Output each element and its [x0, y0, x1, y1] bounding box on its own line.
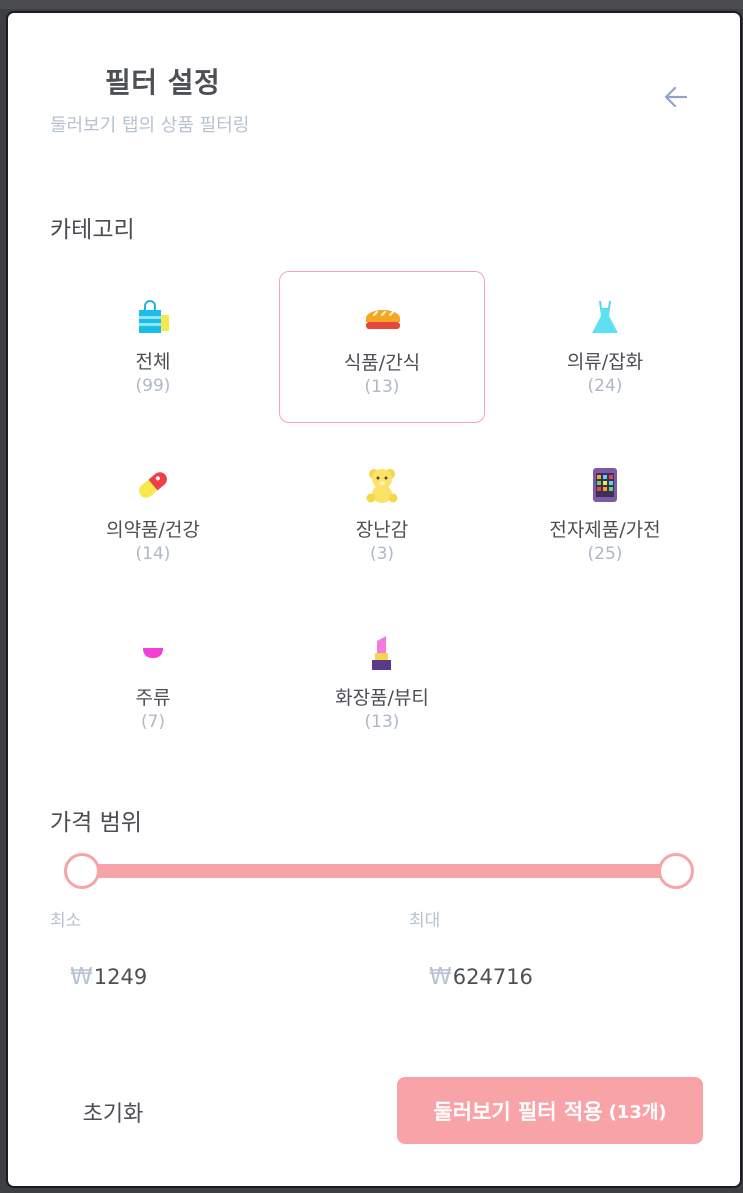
category-item-liquor[interactable]: 주류 (7) [50, 607, 256, 759]
category-count: (24) [587, 376, 623, 396]
window-top-bar [0, 0, 743, 9]
category-name: 의류/잡화 [566, 351, 644, 373]
category-section-label: 카테고리 [50, 217, 135, 243]
apply-filter-label: 둘러보기 필터 적용 [433, 1099, 603, 1124]
shopping-bag-icon [133, 297, 173, 337]
wine-glass-icon [133, 633, 173, 673]
price-min-handle[interactable] [64, 853, 100, 889]
price-max-input[interactable] [452, 965, 673, 989]
filter-settings-sheet: 필터 설정 둘러보기 탭의 상품 필터링 카테고리 전체 (99) 식품/간식 … [6, 11, 742, 1188]
price-max-handle[interactable] [658, 853, 694, 889]
reset-button[interactable]: 초기화 [68, 1087, 158, 1137]
category-item-toys[interactable]: 장난감 (3) [279, 439, 485, 591]
category-count: (14) [135, 544, 171, 564]
currency-symbol: ₩ [429, 964, 452, 990]
category-count: (13) [364, 377, 400, 397]
category-item-all[interactable]: 전체 (99) [50, 271, 256, 423]
category-item-clothing[interactable]: 의류/잡화 (24) [502, 271, 708, 423]
category-item-food-snack[interactable]: 식품/간식 (13) [279, 271, 485, 423]
category-name: 전자제품/가전 [549, 519, 661, 541]
category-item-electronics[interactable]: 전자제품/가전 (25) [502, 439, 708, 591]
page-subtitle: 둘러보기 탭의 상품 필터링 [50, 115, 250, 136]
back-button[interactable] [658, 79, 694, 115]
arrow-left-icon [664, 86, 688, 108]
category-count: (99) [135, 376, 171, 396]
category-name: 화장품/뷰티 [335, 687, 429, 709]
bread-icon [363, 298, 403, 338]
price-min-field[interactable]: ₩ [70, 957, 350, 997]
price-min-input[interactable] [93, 965, 314, 989]
price-range-slider[interactable] [64, 853, 694, 889]
category-item-beauty[interactable]: 화장품/뷰티 (13) [279, 607, 485, 759]
price-min-label: 최소 [50, 911, 82, 931]
category-name: 장난감 [355, 519, 409, 541]
pill-icon [133, 465, 173, 505]
currency-symbol: ₩ [70, 964, 93, 990]
category-count: (13) [364, 712, 400, 732]
page-title: 필터 설정 [105, 66, 221, 99]
dress-icon [585, 297, 625, 337]
apply-filter-button[interactable]: 둘러보기 필터 적용 (13개) [397, 1077, 703, 1144]
price-max-label: 최대 [409, 911, 441, 931]
category-name: 식품/간식 [343, 352, 421, 374]
category-item-medicine[interactable]: 의약품/건강 (14) [50, 439, 256, 591]
category-count: (3) [369, 544, 395, 564]
category-name: 전체 [135, 351, 171, 373]
category-count: (25) [587, 544, 623, 564]
teddy-bear-icon [362, 465, 402, 505]
price-range-track[interactable] [80, 864, 678, 878]
category-count: (7) [140, 712, 166, 732]
category-name: 주류 [135, 687, 171, 709]
price-max-field[interactable]: ₩ [429, 957, 709, 997]
tablet-icon [585, 465, 625, 505]
category-name: 의약품/건강 [106, 519, 200, 541]
lipstick-icon [362, 633, 402, 673]
apply-filter-count: (13개) [608, 1101, 667, 1123]
price-section-label: 가격 범위 [50, 810, 142, 836]
